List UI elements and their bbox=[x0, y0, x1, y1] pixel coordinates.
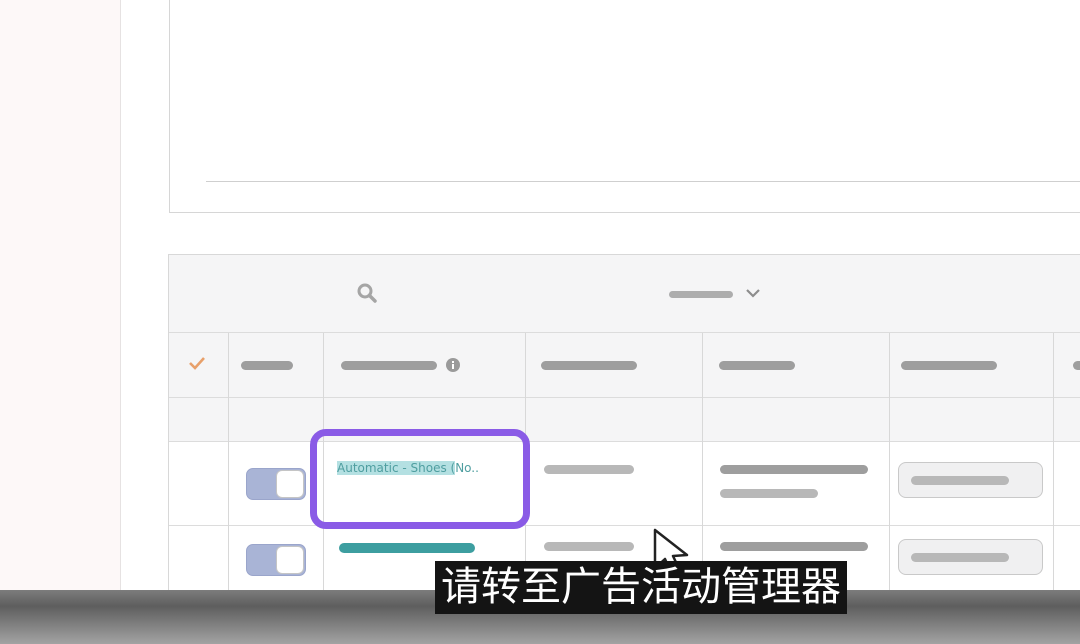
search-button[interactable] bbox=[355, 281, 379, 305]
column-divider bbox=[702, 333, 703, 595]
campaigns-table: Automatic - Shoes (No.. bbox=[168, 254, 1080, 595]
budget-field-placeholder bbox=[911, 476, 1009, 485]
search-icon bbox=[357, 283, 377, 303]
column-divider bbox=[228, 333, 229, 595]
tutorial-highlight-box bbox=[310, 429, 530, 529]
campaign-name-link[interactable] bbox=[339, 543, 475, 553]
chart-baseline bbox=[206, 181, 1080, 182]
cell-placeholder-delivery bbox=[544, 542, 634, 551]
table-toolbar bbox=[169, 255, 1080, 333]
column-divider bbox=[889, 333, 890, 595]
cell-placeholder-delivery bbox=[544, 465, 634, 474]
campaign-toggle[interactable] bbox=[246, 468, 306, 500]
table-row[interactable] bbox=[169, 442, 1080, 526]
chevron-down-icon bbox=[746, 289, 760, 298]
table-header-row bbox=[169, 333, 1080, 398]
header-placeholder-campaign[interactable] bbox=[341, 361, 437, 370]
column-divider bbox=[1053, 333, 1054, 595]
table-filter-row bbox=[169, 398, 1080, 442]
check-icon bbox=[189, 357, 205, 370]
budget-field[interactable] bbox=[898, 539, 1043, 575]
budget-field-placeholder bbox=[911, 553, 1009, 562]
toggle-knob bbox=[276, 470, 304, 498]
column-preset-dropdown[interactable] bbox=[669, 283, 765, 305]
toggle-knob bbox=[276, 546, 304, 574]
info-icon[interactable] bbox=[445, 357, 461, 373]
select-all-checkbox[interactable] bbox=[185, 351, 209, 375]
dropdown-label-placeholder bbox=[669, 291, 733, 298]
budget-field[interactable] bbox=[898, 462, 1043, 498]
header-placeholder-col6[interactable] bbox=[1073, 361, 1080, 370]
cell-placeholder-bid-sub bbox=[720, 489, 818, 498]
header-placeholder-onoff[interactable] bbox=[241, 361, 293, 370]
header-placeholder-col5[interactable] bbox=[901, 361, 997, 370]
subtitle-caption: 请转至广告活动管理器 bbox=[435, 561, 847, 614]
cell-placeholder-bid-strategy bbox=[720, 465, 868, 474]
header-placeholder-col3[interactable] bbox=[541, 361, 637, 370]
header-placeholder-col4[interactable] bbox=[719, 361, 795, 370]
chart-card bbox=[169, 0, 1080, 213]
left-sidebar-panel bbox=[0, 0, 121, 590]
campaign-toggle[interactable] bbox=[246, 544, 306, 576]
cell-placeholder-bid-strategy bbox=[720, 542, 868, 551]
